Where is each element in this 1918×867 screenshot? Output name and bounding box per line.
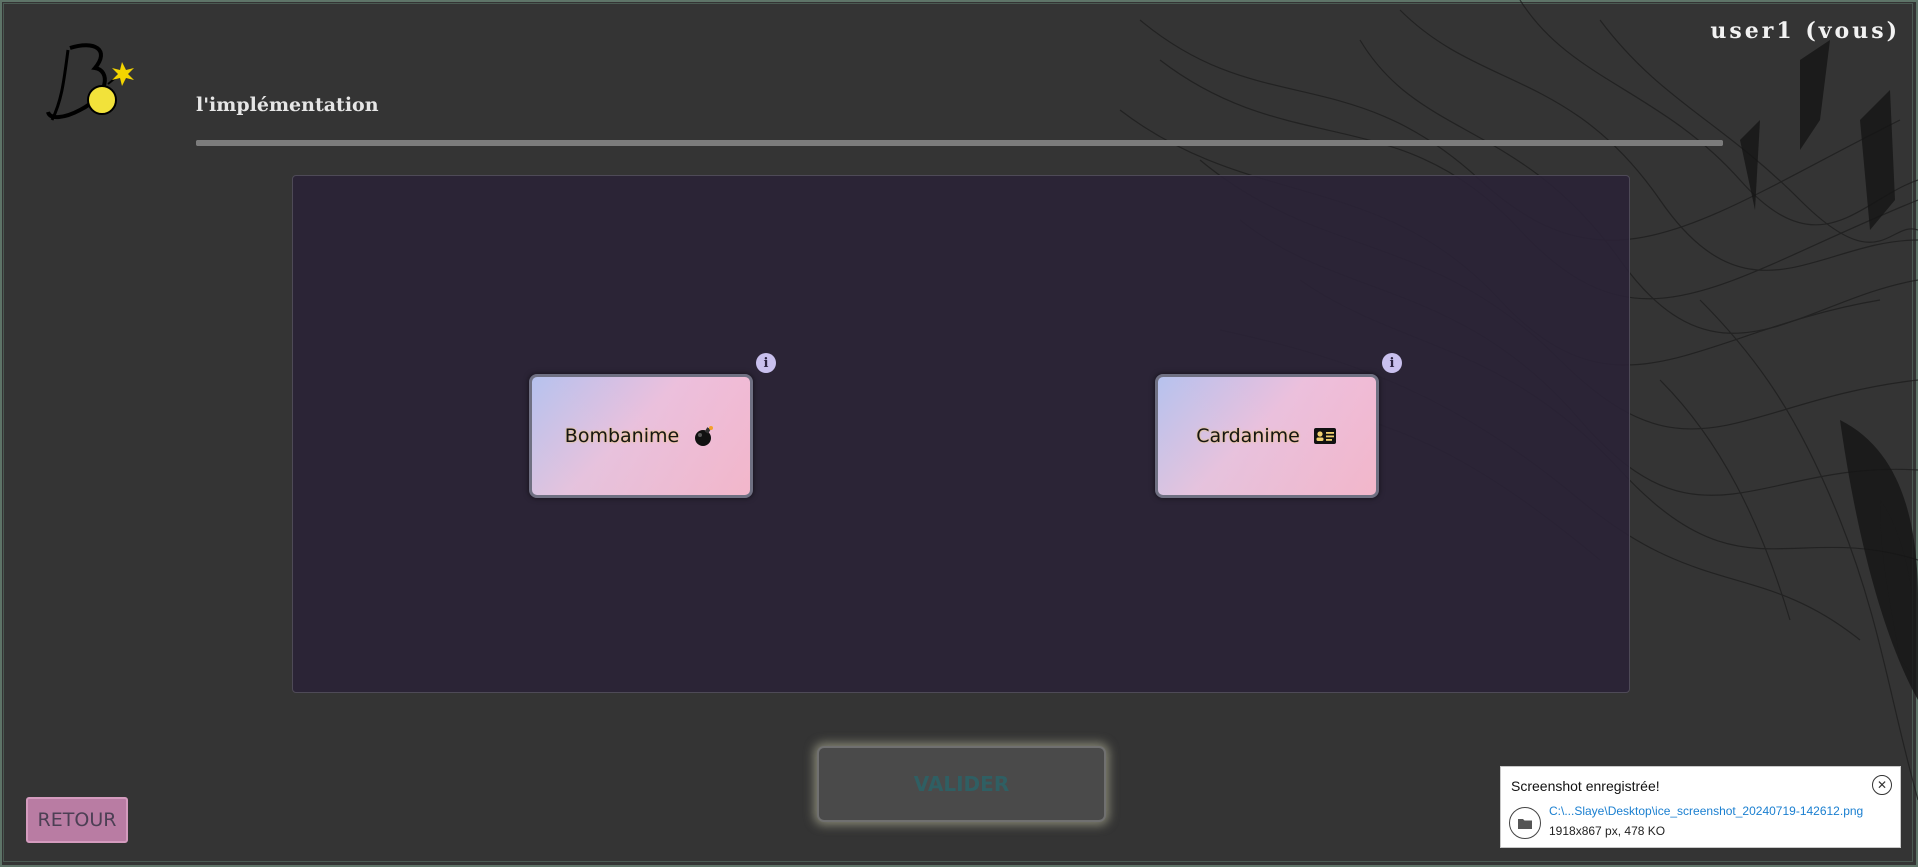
folder-icon[interactable] <box>1509 807 1541 839</box>
game-card-label: Cardanime <box>1196 425 1300 447</box>
game-card-label: Bombanime <box>564 425 680 447</box>
back-button[interactable]: RETOUR <box>26 797 128 843</box>
bomb-icon <box>691 425 717 447</box>
current-user-label: user1 (vous) <box>1710 18 1900 44</box>
id-card-icon <box>1312 425 1338 447</box>
game-card-cardanime[interactable]: Cardanime <box>1155 374 1379 498</box>
game-card-bombanime[interactable]: Bombanime <box>529 374 753 498</box>
info-icon-cardanime[interactable]: i <box>1382 353 1402 373</box>
screenshot-meta: 1918x867 px, 478 KO <box>1549 824 1666 838</box>
step-progress-fill <box>196 140 1723 146</box>
validate-button[interactable]: VALIDER <box>817 746 1106 822</box>
page-title: l'implémentation <box>196 94 379 116</box>
notification-title: Screenshot enregistrée! <box>1511 778 1660 794</box>
app-logo <box>46 43 134 121</box>
close-icon[interactable]: ✕ <box>1872 775 1892 795</box>
info-icon-bombanime[interactable]: i <box>756 353 776 373</box>
screenshot-notification: Screenshot enregistrée! ✕ C:\...Slaye\De… <box>1500 766 1901 848</box>
game-selection-panel: Bombanime i Cardanime i <box>292 175 1630 693</box>
screenshot-path-link[interactable]: C:\...Slaye\Desktop\ice_screenshot_20240… <box>1549 804 1863 818</box>
step-progress-bar <box>196 140 1723 146</box>
